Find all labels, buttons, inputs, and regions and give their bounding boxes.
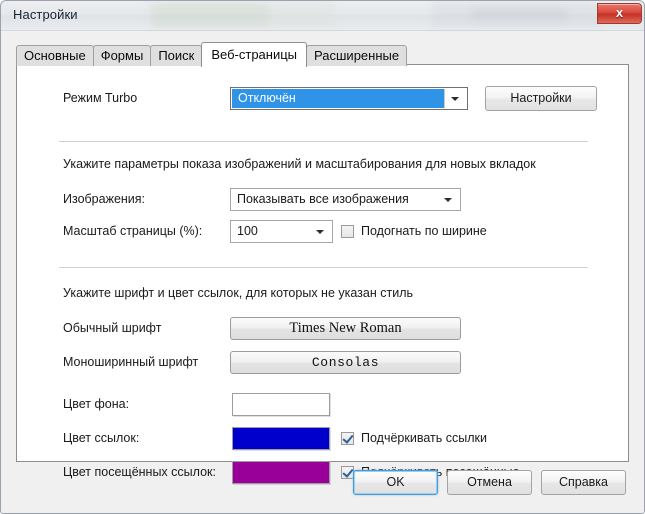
- ok-button[interactable]: OK: [353, 470, 438, 495]
- images-label: Изображения:: [63, 192, 146, 206]
- images-combobox[interactable]: Показывать все изображения: [230, 188, 461, 211]
- page-zoom-combobox[interactable]: 100: [230, 220, 333, 243]
- help-button[interactable]: Справка: [541, 470, 626, 495]
- tab-poisk[interactable]: Поиск: [150, 45, 203, 66]
- images-value: Показывать все изображения: [237, 192, 409, 206]
- background-color-label: Цвет фона:: [63, 397, 130, 411]
- checkbox-box: [341, 224, 354, 238]
- dialog-body: Основные Формы Поиск Веб-страницы Расшир…: [1, 31, 644, 513]
- link-color-swatch[interactable]: [232, 427, 330, 450]
- normal-font-label: Обычный шрифт: [63, 321, 162, 335]
- ok-label: OK: [386, 475, 405, 489]
- link-color-label: Цвет ссылок:: [63, 431, 140, 445]
- section-separator-1: [59, 141, 588, 142]
- mono-font-label: Моноширинный шрифт: [63, 355, 199, 369]
- desktop-backdrop-blur: [151, 3, 271, 27]
- tab-formy[interactable]: Формы: [92, 45, 152, 66]
- window-title: Настройки: [13, 7, 78, 22]
- underline-links-checkbox[interactable]: Подчёркивать ссылки: [341, 431, 487, 445]
- turbo-mode-combobox[interactable]: Отключён: [230, 87, 468, 110]
- turbo-settings-button[interactable]: Настройки: [485, 86, 597, 111]
- tab-veb-stranitsy[interactable]: Веб-страницы: [201, 42, 308, 67]
- tab-strip: Основные Формы Поиск Веб-страницы Расшир…: [16, 42, 408, 67]
- help-label: Справка: [558, 475, 609, 489]
- settings-dialog: Настройки x Основные Формы Поиск Веб-стр…: [0, 0, 645, 514]
- tab-label: Поиск: [158, 48, 195, 63]
- cancel-label: Отмена: [467, 475, 512, 489]
- turbo-mode-label: Режим Turbo: [63, 91, 138, 105]
- fit-to-width-label: Подогнать по ширине: [361, 224, 487, 238]
- underline-links-label: Подчёркивать ссылки: [361, 431, 487, 445]
- title-bar: Настройки x: [1, 1, 644, 31]
- cancel-button[interactable]: Отмена: [447, 470, 532, 495]
- chevron-down-icon: [316, 230, 324, 234]
- turbo-settings-label: Настройки: [510, 91, 572, 105]
- tab-osnovnye[interactable]: Основные: [16, 45, 94, 66]
- tab-rasshirennye[interactable]: Расширенные: [306, 45, 408, 66]
- background-color-swatch[interactable]: [232, 393, 330, 416]
- page-zoom-value: 100: [237, 224, 258, 238]
- fonts-section-note: Укажите шрифт и цвет ссылок, для которых…: [63, 286, 413, 300]
- desktop-backdrop-blur: [471, 9, 567, 19]
- tab-label: Основные: [24, 48, 86, 63]
- checkbox-box: [341, 431, 354, 445]
- desktop-backdrop-blur: [273, 3, 335, 27]
- tab-panel-web-pages: Режим Turbo Отключён Настройки Укажите п…: [16, 64, 629, 484]
- tab-label: Формы: [100, 48, 144, 63]
- mono-font-value: Consolas: [311, 355, 380, 370]
- fit-to-width-checkbox[interactable]: Подогнать по ширине: [341, 224, 487, 238]
- tab-label: Расширенные: [314, 48, 400, 63]
- visited-color-swatch[interactable]: [232, 461, 330, 484]
- page-zoom-label: Масштаб страницы (%):: [63, 224, 203, 238]
- images-section-note: Укажите параметры показа изображений и м…: [63, 157, 536, 171]
- turbo-mode-value: Отключён: [238, 91, 296, 105]
- chevron-down-icon: [444, 198, 452, 202]
- tab-label: Веб-страницы: [211, 47, 298, 62]
- normal-font-button[interactable]: Times New Roman: [230, 317, 461, 340]
- mono-font-button[interactable]: Consolas: [230, 351, 461, 374]
- chevron-down-icon: [451, 97, 459, 101]
- close-icon: x: [615, 5, 624, 20]
- close-button[interactable]: x: [597, 3, 642, 24]
- section-separator-2: [59, 267, 588, 268]
- visited-color-label: Цвет посещённых ссылок:: [63, 465, 216, 479]
- normal-font-value: Times New Roman: [289, 320, 402, 336]
